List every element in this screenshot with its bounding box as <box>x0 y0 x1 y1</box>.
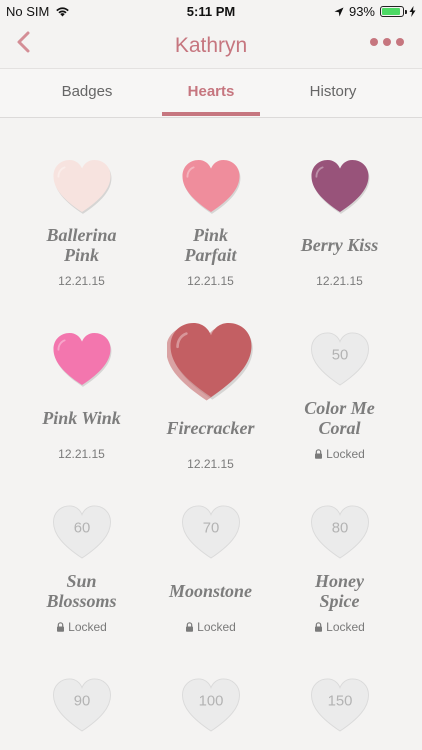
earned-date: 12.21.15 <box>58 447 105 461</box>
lock-icon <box>186 622 194 632</box>
location-arrow-icon <box>334 7 344 16</box>
tab-badges[interactable]: Badges <box>38 69 136 115</box>
heart-name: Berry Kiss <box>275 225 404 265</box>
locked-status: Locked <box>275 447 404 461</box>
heart-name-line: Pink Wink <box>42 408 121 428</box>
locked-heart-icon: 150 <box>310 678 369 732</box>
tab-history[interactable]: History <box>284 69 382 115</box>
heart-badge-item[interactable]: Firecracker 12.21.15 <box>146 323 275 471</box>
lock-icon <box>57 622 65 632</box>
heart-icon <box>166 323 253 401</box>
heart-level-label: 150 <box>327 694 352 710</box>
heart-level-label: 90 <box>73 694 90 710</box>
status-right-group: 93% <box>334 4 416 19</box>
heart-name: Honey Spice <box>275 571 404 611</box>
status-bar: No SIM 5:11 PM 93% <box>0 0 422 22</box>
heart-name: Ballerina Pink <box>17 225 146 265</box>
heart-badge-item[interactable]: 90 <box>17 676 146 734</box>
locked-status: Locked <box>146 620 275 634</box>
heart-badge-item[interactable]: 100 <box>146 676 275 734</box>
heart-name-line: Spice <box>319 591 360 611</box>
heart-badge-item[interactable]: Pink Parfait 12.21.15 <box>146 157 275 288</box>
heart-badge-item[interactable]: 70 Moonstone Locked <box>146 503 275 634</box>
heart-name: Color Me Coral <box>275 398 404 438</box>
tab-hearts[interactable]: Hearts <box>162 69 260 116</box>
locked-heart-icon: 100 <box>181 678 240 732</box>
locked-heart-icon: 50 <box>310 332 369 386</box>
locked-heart-icon: 70 <box>181 505 240 559</box>
heart-icon <box>310 159 369 214</box>
heart-name-line: Sun <box>66 571 97 591</box>
heart-name: Pink Wink <box>17 398 146 438</box>
locked-heart-icon: 60 <box>52 505 111 559</box>
heart-level-label: 100 <box>198 694 223 710</box>
charging-bolt-icon <box>409 6 416 17</box>
locked-label: Locked <box>326 620 365 634</box>
heart-badge-item[interactable]: 150 <box>275 676 404 734</box>
navigation-bar: Kathryn <box>0 22 422 68</box>
heart-name-line: Berry Kiss <box>300 235 379 255</box>
locked-status: Locked <box>275 620 404 634</box>
battery-percent: 93% <box>348 4 375 19</box>
heart-level-label: 80 <box>331 521 348 537</box>
locked-label: Locked <box>197 620 236 634</box>
heart-name: Pink Parfait <box>146 225 275 265</box>
heart-name-line: Color Me <box>304 398 375 418</box>
heart-badge-item[interactable]: Ballerina Pink 12.21.15 <box>17 157 146 288</box>
locked-label: Locked <box>68 620 107 634</box>
heart-name-line: Firecracker <box>166 418 255 438</box>
locked-status: Locked <box>17 620 146 634</box>
heart-badge-item[interactable]: 80 Honey Spice Locked <box>275 503 404 634</box>
heart-level-label: 50 <box>331 348 348 364</box>
more-options-icon[interactable] <box>370 38 404 46</box>
earned-date: 12.21.15 <box>187 274 234 288</box>
earned-date: 12.21.15 <box>58 274 105 288</box>
heart-icon <box>52 332 111 387</box>
heart-name: Moonstone <box>146 571 275 611</box>
heart-name-line: Pink <box>192 225 228 245</box>
locked-heart-icon: 80 <box>310 505 369 559</box>
heart-name-line: Ballerina <box>46 225 117 245</box>
lock-icon <box>315 622 323 632</box>
heart-name-line: Moonstone <box>168 581 253 601</box>
lock-icon <box>315 449 323 459</box>
page-title: Kathryn <box>174 34 248 57</box>
locked-heart-icon: 90 <box>52 678 111 732</box>
heart-name: Firecracker <box>146 408 275 448</box>
heart-name-line: Blossoms <box>46 591 117 611</box>
heart-name-line: Coral <box>318 418 361 438</box>
heart-name-line: Pink <box>63 245 99 265</box>
heart-icon <box>181 159 240 214</box>
heart-badge-item[interactable]: Berry Kiss 12.21.15 <box>275 157 404 288</box>
heart-level-label: 60 <box>73 521 90 537</box>
earned-date: 12.21.15 <box>316 274 363 288</box>
heart-badge-item[interactable]: 50 Color Me Coral Locked <box>275 330 404 461</box>
earned-date: 12.21.15 <box>187 457 234 471</box>
heart-level-label: 70 <box>202 521 219 537</box>
heart-name: Sun Blossoms <box>17 571 146 611</box>
segment-tabs: Badges Hearts History <box>0 68 422 118</box>
battery-icon <box>380 6 407 17</box>
heart-badge-item[interactable]: 60 Sun Blossoms Locked <box>17 503 146 634</box>
heart-name-line: Honey <box>315 571 364 591</box>
heart-badge-item[interactable]: Pink Wink 12.21.15 <box>17 330 146 461</box>
heart-name-line: Parfait <box>184 245 237 265</box>
heart-icon <box>52 159 111 214</box>
locked-label: Locked <box>326 447 365 461</box>
